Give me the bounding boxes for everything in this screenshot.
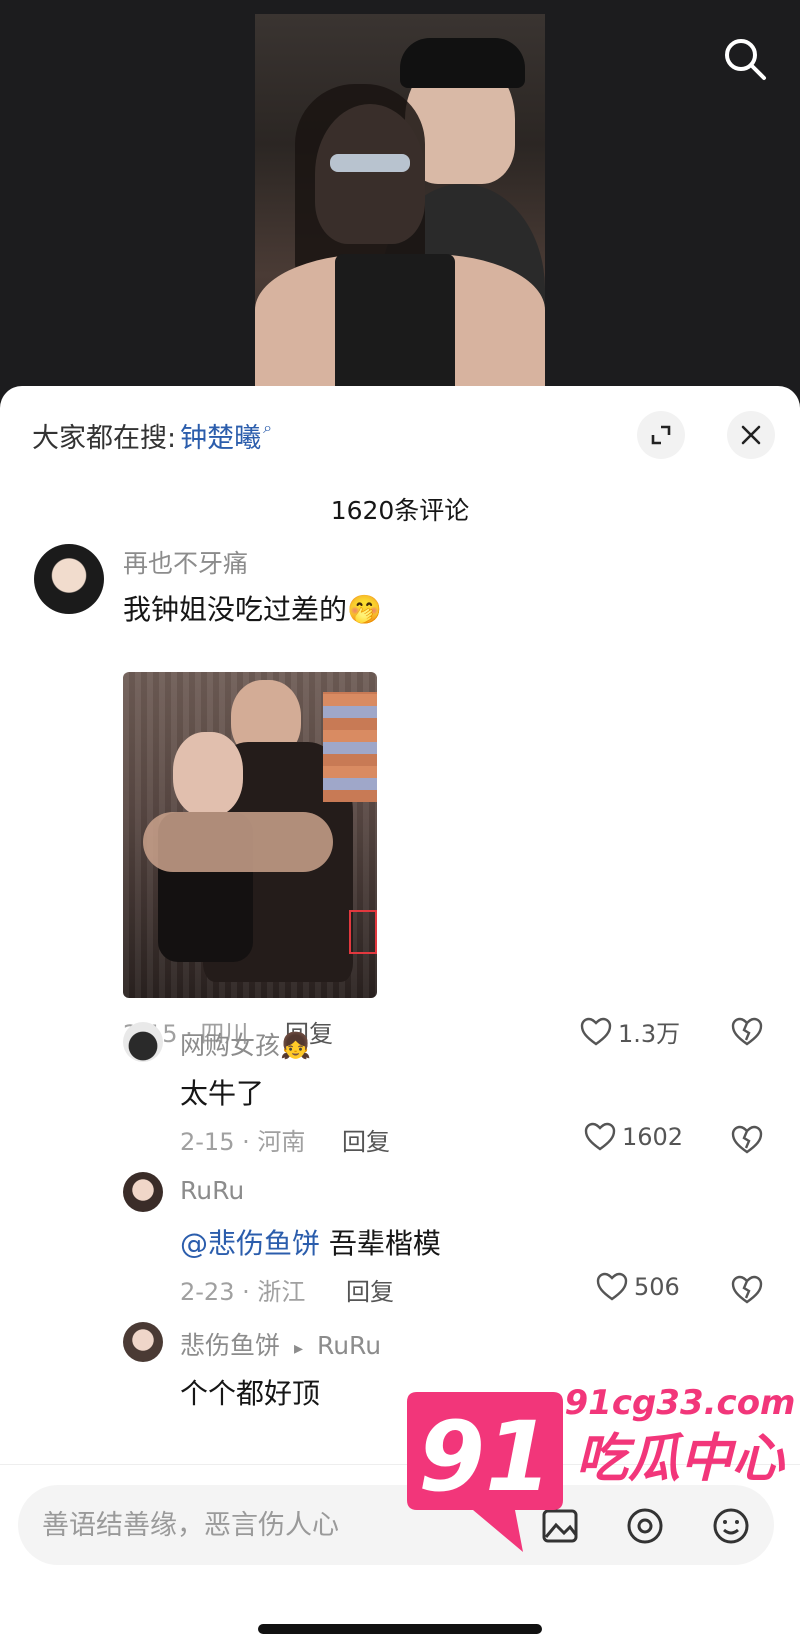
hand-over-mouth-emoji-icon: 🤭 [347, 593, 382, 626]
video-thumbnail[interactable] [255, 14, 545, 386]
reply-text: 太牛了 [180, 1077, 265, 1110]
broken-heart-icon[interactable] [730, 1014, 764, 1048]
expand-icon [651, 425, 671, 445]
heart-icon [596, 1272, 628, 1301]
reply-date-location: 2-15 · 河南 [180, 1128, 306, 1156]
heart-icon [584, 1122, 616, 1151]
top-shape [335, 254, 455, 386]
broken-heart-icon[interactable] [730, 1122, 764, 1156]
close-icon [741, 425, 761, 445]
home-indicator[interactable] [258, 1624, 542, 1634]
reply-date-location: 2-23 · 浙江 [180, 1278, 306, 1306]
like-button[interactable]: 1602 [584, 1122, 683, 1152]
comment-text: 我钟姐没吃过差的🤭 [123, 588, 382, 628]
comment-username[interactable]: 再也不牙痛 [123, 544, 248, 580]
close-button[interactable] [727, 411, 775, 459]
comment-text-body: 我钟姐没吃过差的 [123, 593, 348, 626]
avatar[interactable] [123, 1172, 163, 1212]
person-figure [173, 732, 243, 817]
reply-button[interactable]: 回复 [346, 1272, 394, 1307]
search-icon[interactable] [720, 34, 770, 84]
small-search-icon: ⌕ [263, 417, 273, 437]
reply-text: 个个都好顶 [180, 1377, 321, 1410]
comment-sheet: 大家都在搜: 钟楚曦 ⌕ 1620条评论 再也不牙痛 我钟姐没吃过差的🤭 2-1… [0, 386, 800, 1652]
reply-text: @悲伤鱼饼 吾辈楷模 [180, 1222, 441, 1262]
highlight-box [349, 910, 377, 954]
avatar[interactable] [34, 544, 104, 614]
emoji-icon[interactable] [710, 1505, 752, 1547]
reply-username[interactable]: 悲伤鱼饼 ▸ RuRu [180, 1326, 381, 1362]
arms-shape [143, 812, 333, 872]
search-suggestion[interactable]: 大家都在搜: 钟楚曦 ⌕ [32, 416, 272, 455]
like-button[interactable]: 506 [596, 1272, 680, 1302]
avatar[interactable] [123, 1022, 163, 1062]
reply-to-username[interactable]: RuRu [317, 1331, 381, 1360]
mention-link[interactable]: @悲伤鱼饼 [180, 1227, 320, 1260]
comment-input-container[interactable] [18, 1485, 774, 1565]
reply-button[interactable]: 回复 [342, 1122, 390, 1157]
like-count: 1602 [622, 1123, 684, 1151]
reply-text-body: 吾辈楷模 [320, 1227, 441, 1260]
search-hint-keyword[interactable]: 钟楚曦 [180, 416, 261, 455]
image-icon[interactable] [540, 1505, 582, 1547]
comment-input[interactable] [42, 1485, 522, 1565]
comment-image[interactable] [123, 672, 377, 998]
reply-username[interactable]: RuRu [180, 1176, 244, 1205]
broken-heart-icon[interactable] [730, 1272, 764, 1306]
avatar[interactable] [123, 1322, 163, 1362]
hat-shape [400, 38, 525, 88]
like-count: 506 [634, 1273, 680, 1301]
search-hint-prefix: 大家都在搜: [32, 423, 177, 454]
video-preview-area[interactable] [0, 0, 800, 400]
reply-username-text: 悲伤鱼饼 [180, 1331, 281, 1360]
pixelated-area [323, 692, 377, 802]
like-button[interactable]: 1.3万 [580, 1014, 680, 1049]
reply-username-text: 网购女孩 [180, 1031, 281, 1060]
like-count: 1.3万 [618, 1020, 681, 1048]
reply-username[interactable]: 网购女孩👧 [180, 1026, 311, 1062]
sunglasses-shape [330, 154, 410, 172]
expand-button[interactable] [637, 411, 685, 459]
comment-count: 1620条评论 [330, 496, 470, 525]
at-mention-icon[interactable] [624, 1505, 666, 1547]
comment-input-bar [0, 1464, 800, 1652]
reply-arrow-icon: ▸ [293, 1338, 304, 1359]
girl-emoji-icon: 👧 [280, 1031, 312, 1060]
heart-icon [580, 1017, 612, 1045]
